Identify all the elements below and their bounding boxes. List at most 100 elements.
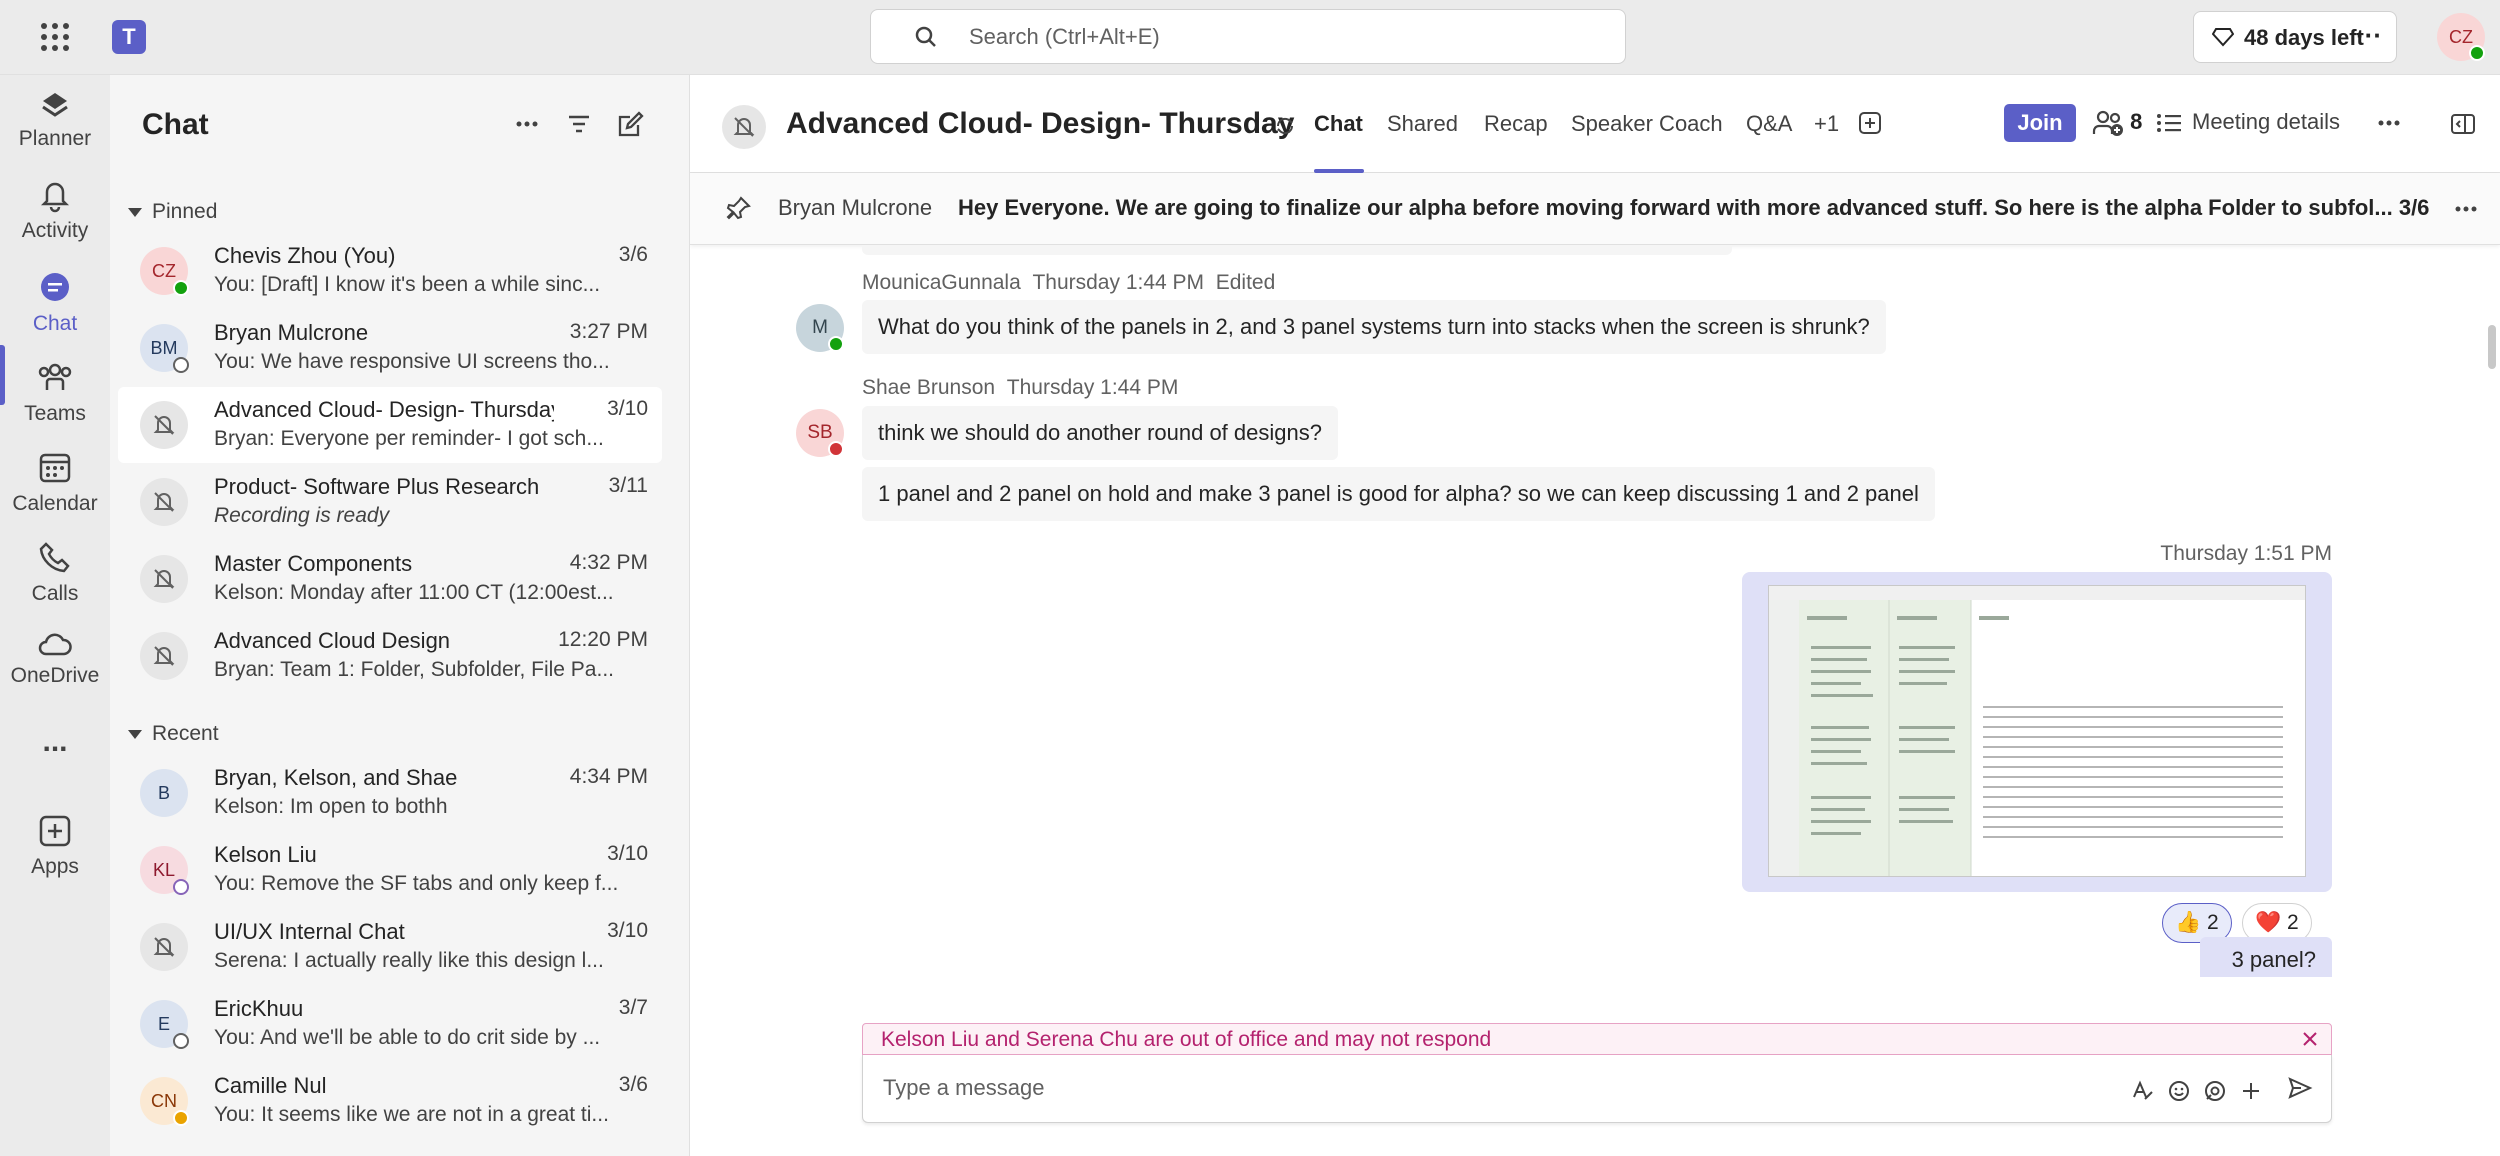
more-apps-label: ... <box>42 725 68 758</box>
recent-section-header[interactable]: Recent <box>128 722 219 746</box>
people-icon <box>2092 111 2123 137</box>
heart-icon: ❤️ <box>2255 911 2282 934</box>
rail-item-calls[interactable]: Calls <box>0 540 110 606</box>
avatar: KL <box>140 846 189 895</box>
rail-item-apps[interactable]: Apps <box>0 813 110 879</box>
tab-speaker-coach[interactable]: Speaker Coach <box>1571 111 1723 137</box>
message-bubble[interactable]: think we should do another round of desi… <box>862 406 1338 460</box>
chat-item-selected[interactable]: Advanced Cloud- Design- Thursday 3/10 Br… <box>118 387 662 463</box>
message-bubble[interactable]: What do you think of the panels in 2, an… <box>862 300 1886 354</box>
avatar: M <box>796 304 844 352</box>
oof-notice-text: Kelson Liu and Serena Chu are out of off… <box>881 1028 1492 1051</box>
pinned-message-bar[interactable]: Bryan Mulcrone Hey Everyone. We are goin… <box>690 173 2500 245</box>
chat-item[interactable]: Product- Software Plus Research 3/11 Rec… <box>118 464 662 540</box>
chat-item[interactable]: Advanced Cloud Design 12:20 PM Bryan: Te… <box>118 618 662 694</box>
tab-chat[interactable]: Chat <box>1314 111 1363 137</box>
tab-more[interactable]: +1 <box>1814 111 1839 137</box>
tab-shared[interactable]: Shared <box>1387 111 1458 137</box>
chat-name: Camille Nul <box>214 1073 327 1098</box>
more-options-icon[interactable] <box>514 111 540 137</box>
my-message-time: Thursday 1:51 PM <box>2160 542 2332 565</box>
avatar: E <box>140 1000 189 1049</box>
avatar-initials: CN <box>151 1091 177 1111</box>
user-avatar[interactable]: CZ <box>2437 13 2485 61</box>
avatar <box>140 478 188 526</box>
chat-name: Master Components <box>214 551 413 576</box>
rail-item-teams[interactable]: Teams <box>0 360 110 426</box>
meeting-details-button[interactable]: Meeting details <box>2156 109 2340 135</box>
filter-icon[interactable] <box>566 111 592 137</box>
search-icon <box>913 24 939 55</box>
chat-item[interactable]: E EricKhuu 3/7 You: And we'll be able to… <box>118 986 662 1062</box>
chat-preview: Bryan: Everyone per reminder- I got sch.… <box>214 427 604 450</box>
chat-time: 4:34 PM <box>569 765 648 788</box>
presence-offline-icon <box>173 1033 189 1049</box>
tab-qa[interactable]: Q&A <box>1746 111 1792 137</box>
loop-component-icon[interactable] <box>2203 1079 2227 1103</box>
chat-item[interactable]: UI/UX Internal Chat 3/10 Serena: I actua… <box>118 909 662 985</box>
close-icon[interactable] <box>2301 1030 2319 1054</box>
group-avatar: B <box>140 769 188 817</box>
message-input[interactable]: Type a message <box>883 1075 1044 1101</box>
chat-name: Product- Software Plus Research <box>214 474 540 499</box>
participants-button[interactable]: 8 <box>2092 109 2142 137</box>
chat-list-pane: Chat Pinned CZ Chevis Zhou (You) 3/6 You… <box>110 75 690 1156</box>
more-apps-button[interactable]: ... <box>0 725 110 759</box>
teams-logo-icon: T <box>112 20 146 54</box>
new-chat-icon[interactable] <box>616 111 644 139</box>
trial-days-button[interactable]: 48 days left ··· <box>2193 11 2397 63</box>
phone-icon <box>37 540 73 576</box>
conversation-title: Advanced Cloud- Design- Thursday <box>786 107 1295 140</box>
chat-item[interactable]: KL Kelson Liu 3/10 You: Remove the SF ta… <box>118 832 662 908</box>
reaction-count: 2 <box>2287 911 2299 934</box>
scrollbar[interactable] <box>2488 325 2496 369</box>
message-bubble[interactable]: 1 panel and 2 panel on hold and make 3 p… <box>862 467 1935 521</box>
rail-label: Teams <box>24 402 86 425</box>
message-author: Shae Brunson <box>862 376 996 399</box>
reaction-count: 2 <box>2207 911 2219 934</box>
add-icon[interactable] <box>2239 1079 2263 1103</box>
more-options-icon[interactable]: ··· <box>2356 20 2382 51</box>
avatar-initials: CZ <box>152 261 176 281</box>
send-icon[interactable] <box>2287 1075 2313 1101</box>
compose-box[interactable]: Type a message <box>862 1055 2332 1123</box>
chat-preview: Kelson: Monday after 11:00 CT (12:00est.… <box>214 581 614 604</box>
chevron-down-icon <box>128 729 142 739</box>
app-launcher-icon[interactable] <box>38 20 72 54</box>
search-input[interactable]: Search (Ctrl+Alt+E) <box>870 9 1626 64</box>
emoji-icon[interactable] <box>2167 1079 2191 1103</box>
more-options-icon[interactable] <box>2454 199 2478 219</box>
presence-busy-icon <box>828 441 844 457</box>
avatar <box>140 632 188 680</box>
add-tab-icon[interactable] <box>1858 111 1882 135</box>
rail-item-onedrive[interactable]: OneDrive <box>0 630 110 688</box>
pinned-section-header[interactable]: Pinned <box>128 200 217 224</box>
chat-item[interactable]: Master Components 4:32 PM Kelson: Monday… <box>118 541 662 617</box>
chat-item[interactable]: CN Camille Nul 3/6 You: It seems like we… <box>118 1063 662 1139</box>
thumbs-up-icon: 👍 <box>2175 911 2202 934</box>
chat-item[interactable]: BM Bryan Mulcrone 3:27 PM You: We have r… <box>118 310 662 386</box>
chat-time: 12:20 PM <box>558 628 648 651</box>
rail-label: Planner <box>18 127 92 150</box>
participants-count: 8 <box>2130 109 2143 134</box>
rail-item-activity[interactable]: Activity <box>0 177 110 243</box>
my-message-text[interactable]: 3 panel? <box>2200 937 2332 977</box>
message-meta: Shae Brunson Thursday 1:44 PM <box>862 376 1178 400</box>
rail-item-planner[interactable]: Planner <box>0 85 110 151</box>
avatar-initials: E <box>157 1014 170 1034</box>
attached-screenshot-image[interactable] <box>1768 585 2306 877</box>
muted-bell-icon <box>153 646 175 666</box>
join-button[interactable]: Join <box>2004 104 2076 142</box>
chat-time: 3/6 <box>618 243 648 266</box>
chat-preview: You: And we'll be able to do crit side b… <box>214 1026 601 1049</box>
rail-item-calendar[interactable]: Calendar <box>0 450 110 516</box>
pop-out-icon[interactable] <box>2450 113 2476 135</box>
tab-recap[interactable]: Recap <box>1484 111 1548 137</box>
rail-item-chat[interactable]: Chat <box>0 270 110 336</box>
more-options-icon[interactable] <box>2376 113 2402 133</box>
presence-offline-icon <box>173 357 189 373</box>
chat-item[interactable]: CZ Chevis Zhou (You) 3/6 You: [Draft] I … <box>118 233 662 309</box>
format-icon[interactable] <box>2131 1079 2155 1103</box>
chat-item[interactable]: B Bryan, Kelson, and Shae 4:34 PM Kelson… <box>118 755 662 831</box>
rail-label: Calls <box>31 582 79 605</box>
